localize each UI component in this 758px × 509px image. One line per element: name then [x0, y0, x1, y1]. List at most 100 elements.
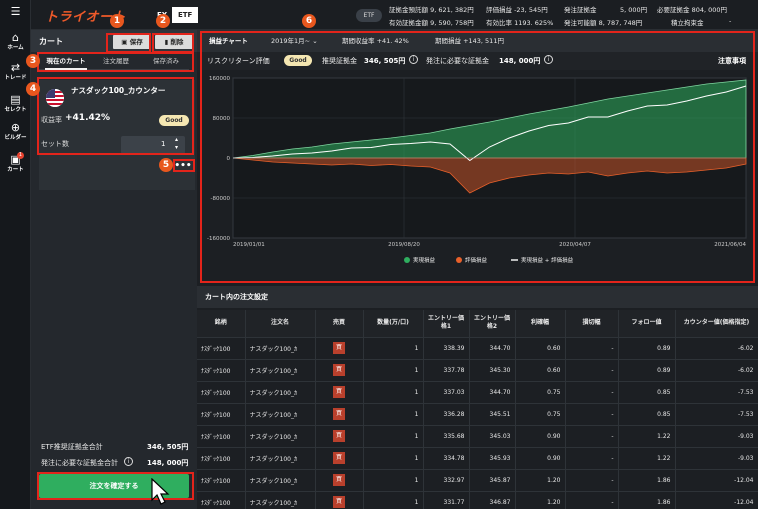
- home-icon: ⌂: [12, 31, 19, 44]
- table-cell: 1: [363, 490, 424, 509]
- summary-orderable: 発注可能額 8, 787, 748円: [564, 19, 643, 27]
- column-header: フォロー値: [618, 310, 676, 337]
- rail-item-cart[interactable]: ▣ 1 カート: [0, 152, 31, 174]
- table-cell: 0.89: [618, 358, 676, 381]
- rail-item-select[interactable]: ▤ セレクト: [0, 94, 31, 114]
- y-tick-label: -80000: [211, 196, 231, 202]
- summary-reserve-label: 積立拘束金: [671, 19, 704, 27]
- cart-tabs: 現在のカート 注文履歴 保存済み: [39, 54, 189, 70]
- recommended-label: 推奨証拠金: [322, 57, 357, 65]
- summary-effective-margin: 有効証拠金額 9, 590, 758円: [389, 19, 474, 27]
- side-cell: 買: [315, 446, 364, 469]
- required-label: 発注に必要な証拠金: [426, 57, 489, 65]
- table-cell: ﾅｽﾀﾞｯｸ100: [197, 380, 246, 403]
- tab-saved[interactable]: 保存済み: [145, 54, 187, 70]
- delete-button[interactable]: ▮ 削除: [155, 35, 193, 49]
- table-cell: -6.02: [675, 336, 758, 359]
- table-cell: 335.68: [423, 424, 470, 447]
- rail-item-builder[interactable]: ⊕ ビルダー: [0, 122, 31, 142]
- info-icon[interactable]: i: [409, 55, 418, 64]
- table-cell: -: [565, 402, 619, 425]
- tab-pnl-chart[interactable]: 損益チャート: [209, 30, 248, 52]
- order-table-body: ﾅｽﾀﾞｯｸ100 ナスダック100_ｶ買 1 338.39 344.70 0.60-0.…: [197, 336, 758, 509]
- table-row[interactable]: ﾅｽﾀﾞｯｸ100 ナスダック100_ｶ 買 1 337.03 344.70 0.75-0.…: [197, 380, 758, 403]
- recommended-value: 346, 505円: [364, 57, 406, 65]
- menu-button[interactable]: ☰: [0, 6, 31, 18]
- x-tick-label: 2019/01/01: [233, 242, 265, 248]
- notes-link[interactable]: 注意事項: [718, 56, 746, 66]
- table-cell: 331.77: [423, 490, 470, 509]
- table-cell: ナスダック100_ｶ: [245, 402, 316, 425]
- table-cell: 344.70: [469, 380, 516, 403]
- mouse-cursor-icon: [151, 478, 170, 505]
- buy-badge: 買: [333, 342, 345, 354]
- info-icon[interactable]: i: [544, 55, 553, 64]
- y-tick-label: 160000: [209, 76, 230, 82]
- pnl-chart: 160000 80000 0 -80000 -1600002019/01/01 2019/…: [207, 76, 747, 264]
- table-cell: 0.75: [515, 380, 566, 403]
- table-cell: -6.02: [675, 358, 758, 381]
- stepper-arrows-icon[interactable]: ▴ ▾: [175, 136, 178, 152]
- table-cell: ﾅｽﾀﾞｯｸ100: [197, 402, 246, 425]
- table-cell: 344.70: [469, 336, 516, 359]
- etf-margin-value: 346, 505円: [147, 443, 189, 451]
- side-cell: 買: [315, 468, 364, 491]
- table-cell: 0.89: [618, 336, 676, 359]
- table-row[interactable]: ﾅｽﾀﾞｯｸ100 ナスダック100_ｶ 買 1 337.78 345.30 0.60-0.…: [197, 358, 758, 381]
- cart-icon: ▣: [10, 153, 21, 166]
- table-cell: 1.86: [618, 468, 676, 491]
- callout-4: 4: [26, 82, 40, 96]
- callout-3: 3: [26, 54, 40, 68]
- us-flag-icon: [46, 89, 64, 107]
- table-cell: 1.86: [618, 490, 676, 509]
- table-cell: 345.03: [469, 424, 516, 447]
- table-row[interactable]: ﾅｽﾀﾞｯｸ100 ナスダック100_ｶ 買 1 336.28 345.51 0.75-0.…: [197, 402, 758, 425]
- table-row[interactable]: ﾅｽﾀﾞｯｸ100 ナスダック100_ｶ 買 1 334.78 345.93 0.90-1.…: [197, 446, 758, 469]
- table-cell: 1: [363, 336, 424, 359]
- table-cell: -12.04: [675, 490, 758, 509]
- summary-order-margin-value: 5, 000円: [620, 6, 648, 14]
- mode-etf-button[interactable]: ETF: [172, 7, 199, 23]
- column-header: 売買: [315, 310, 364, 337]
- product-name: ナスダック100_カウンター: [71, 86, 166, 95]
- buy-badge: 買: [333, 408, 345, 420]
- buy-badge: 買: [333, 496, 345, 509]
- table-cell: -: [565, 424, 619, 447]
- summary-effective-ratio: 有効比率 1193. 625%: [486, 19, 554, 27]
- table-cell: ナスダック100_ｶ: [245, 336, 316, 359]
- cart-panel: カート ▣ 保存 ▮ 削除 現在のカート 注文履歴 保存済み ナスダック100_…: [31, 30, 197, 509]
- table-cell: -: [565, 336, 619, 359]
- buy-badge: 買: [333, 474, 345, 486]
- info-icon[interactable]: i: [124, 457, 133, 466]
- tab-current-cart[interactable]: 現在のカート: [45, 54, 87, 70]
- cart-title: カート: [39, 37, 63, 46]
- side-cell: 買: [315, 424, 364, 447]
- tab-order-history[interactable]: 注文履歴: [95, 54, 137, 70]
- order-title: カート内の注文設定: [197, 286, 758, 308]
- table-cell: 1: [363, 402, 424, 425]
- table-cell: 1: [363, 358, 424, 381]
- table-cell: 337.03: [423, 380, 470, 403]
- sets-value: 1: [161, 140, 166, 148]
- table-row[interactable]: ﾅｽﾀﾞｯｸ100 ナスダック100_ｶ 買 1 332.97 345.87 1.20-1.…: [197, 468, 758, 491]
- table-cell: ﾅｽﾀﾞｯｸ100: [197, 358, 246, 381]
- table-row[interactable]: ﾅｽﾀﾞｯｸ100 ナスダック100_ｶ 買 1 338.39 344.70 0.60-0.…: [197, 336, 758, 359]
- column-header: 銘柄: [197, 310, 246, 337]
- table-cell: 334.78: [423, 446, 470, 469]
- table-row[interactable]: ﾅｽﾀﾞｯｸ100 ナスダック100_ｶ 買 1 335.68 345.03 0.90-1.…: [197, 424, 758, 447]
- select-icon: ▤: [10, 93, 21, 106]
- rail-item-home[interactable]: ⌂ ホーム: [0, 32, 31, 52]
- save-button[interactable]: ▣ 保存: [113, 35, 151, 49]
- table-cell: ナスダック100_ｶ: [245, 424, 316, 447]
- summary-required-margin: 必要証拠金 804, 000円: [657, 6, 728, 14]
- table-cell: 0.85: [618, 380, 676, 403]
- callout-5: 5: [159, 158, 173, 172]
- product-card[interactable]: ナスダック100_カウンター 収益率 +41.42% Good セット数: [39, 80, 195, 190]
- table-row[interactable]: ﾅｽﾀﾞｯｸ100 ナスダック100_ｶ 買 1 331.77 346.87 1.20-1.…: [197, 490, 758, 509]
- more-options-button[interactable]: •••: [173, 162, 193, 174]
- summary-order-margin-label: 発注証拠金: [564, 6, 597, 14]
- table-cell: -9.03: [675, 446, 758, 469]
- period-select[interactable]: 2019年1月~ ⌄: [271, 30, 331, 52]
- sets-stepper[interactable]: 1 ▴ ▾: [121, 136, 185, 154]
- legend-label: 評価損益: [465, 256, 488, 264]
